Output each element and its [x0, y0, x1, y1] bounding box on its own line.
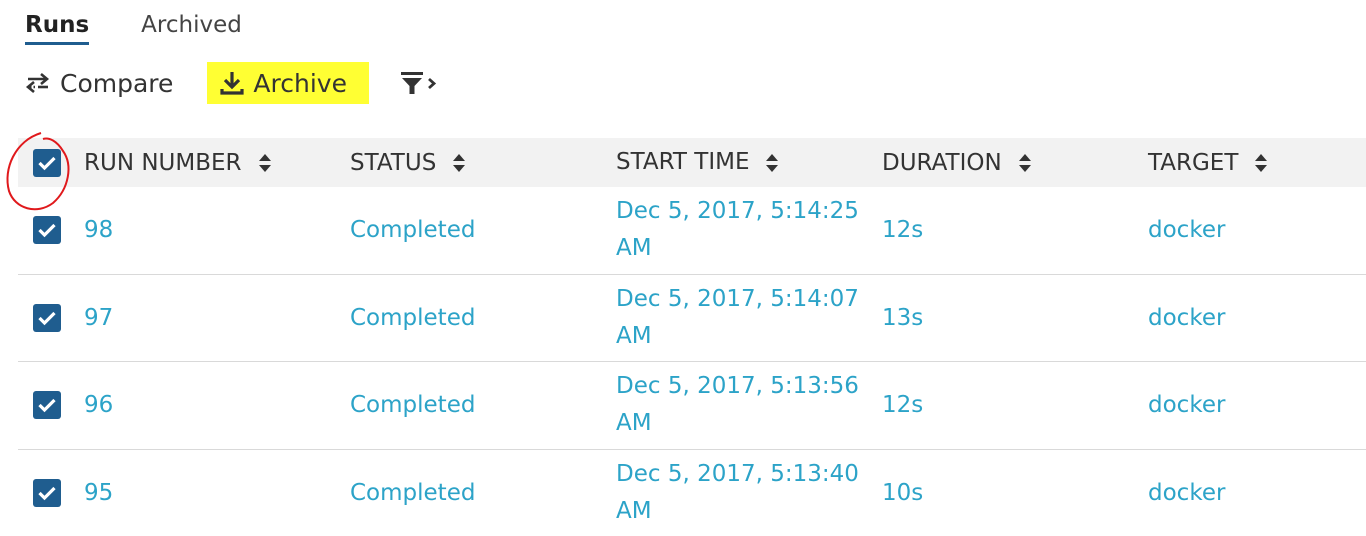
column-header-start-time[interactable]: START TIME: [616, 144, 882, 181]
tab-runs[interactable]: Runs: [25, 12, 90, 45]
run-number-link[interactable]: 96: [84, 392, 350, 418]
sort-icon: [258, 153, 272, 173]
table-header: RUN NUMBER STATUS START TIME DURATION TA…: [6, 131, 1366, 210]
column-header-target[interactable]: TARGET: [1148, 150, 1366, 176]
compare-button[interactable]: Compare: [24, 62, 173, 104]
checkmark-icon: [38, 311, 56, 326]
duration[interactable]: 10s: [882, 480, 1148, 506]
row-checkbox[interactable]: [33, 391, 61, 420]
status-link[interactable]: Completed: [350, 305, 616, 331]
table-row: 95 Completed Dec 5, 2017, 5:13:40 AM 10s…: [18, 450, 1366, 536]
toolbar: Compare Archive: [24, 62, 451, 104]
checkmark-icon: [38, 486, 56, 501]
target-link[interactable]: docker: [1148, 392, 1366, 418]
sort-icon: [765, 153, 779, 173]
checkmark-icon: [38, 156, 56, 170]
run-number-link[interactable]: 97: [84, 305, 350, 331]
table-row: 97 Completed Dec 5, 2017, 5:14:07 AM 13s…: [18, 275, 1366, 362]
compare-label: Compare: [60, 68, 174, 98]
start-time[interactable]: Dec 5, 2017, 5:14:07 AM: [616, 281, 882, 355]
checkmark-icon: [38, 399, 56, 413]
archive-button[interactable]: Archive: [207, 62, 369, 104]
column-header-status[interactable]: STATUS: [350, 150, 616, 176]
run-number-link[interactable]: 98: [84, 217, 350, 243]
status-link[interactable]: Completed: [350, 480, 616, 506]
checkmark-icon: [38, 224, 56, 238]
start-time[interactable]: Dec 5, 2017, 5:14:25 AM: [616, 193, 882, 267]
status-link[interactable]: Completed: [350, 217, 616, 243]
sort-icon: [1254, 153, 1268, 173]
runs-table: RUN NUMBER STATUS START TIME DURATION TA…: [6, 131, 1366, 536]
table-row: 98 Completed Dec 5, 2017, 5:14:25 AM 12s…: [18, 187, 1366, 275]
target-link[interactable]: docker: [1148, 480, 1366, 506]
filter-icon: [399, 69, 439, 97]
target-link[interactable]: docker: [1148, 305, 1366, 331]
duration[interactable]: 12s: [882, 217, 1148, 243]
duration[interactable]: 13s: [882, 305, 1148, 331]
select-all-cell: [6, 131, 84, 210]
target-link[interactable]: docker: [1148, 217, 1366, 243]
start-time[interactable]: Dec 5, 2017, 5:13:56 AM: [616, 368, 882, 442]
compare-arrows-icon: [24, 72, 52, 94]
column-header-run-number[interactable]: RUN NUMBER: [84, 150, 350, 176]
row-checkbox[interactable]: [33, 303, 61, 332]
tab-bar: Runs Archived: [25, 12, 294, 45]
status-link[interactable]: Completed: [350, 392, 616, 418]
select-all-checkbox[interactable]: [33, 148, 61, 177]
column-header-duration[interactable]: DURATION: [882, 150, 1148, 176]
start-time[interactable]: Dec 5, 2017, 5:13:40 AM: [616, 456, 882, 530]
run-number-link[interactable]: 95: [84, 480, 350, 506]
sort-icon: [1018, 153, 1032, 173]
row-checkbox[interactable]: [33, 216, 61, 245]
filter-button[interactable]: [395, 62, 451, 104]
download-icon: [219, 70, 245, 96]
table-row: 96 Completed Dec 5, 2017, 5:13:56 AM 12s…: [18, 362, 1366, 450]
archive-label: Archive: [253, 68, 347, 98]
tab-archived[interactable]: Archived: [141, 12, 242, 45]
duration[interactable]: 12s: [882, 392, 1148, 418]
sort-icon: [452, 153, 466, 173]
row-checkbox[interactable]: [33, 478, 61, 507]
